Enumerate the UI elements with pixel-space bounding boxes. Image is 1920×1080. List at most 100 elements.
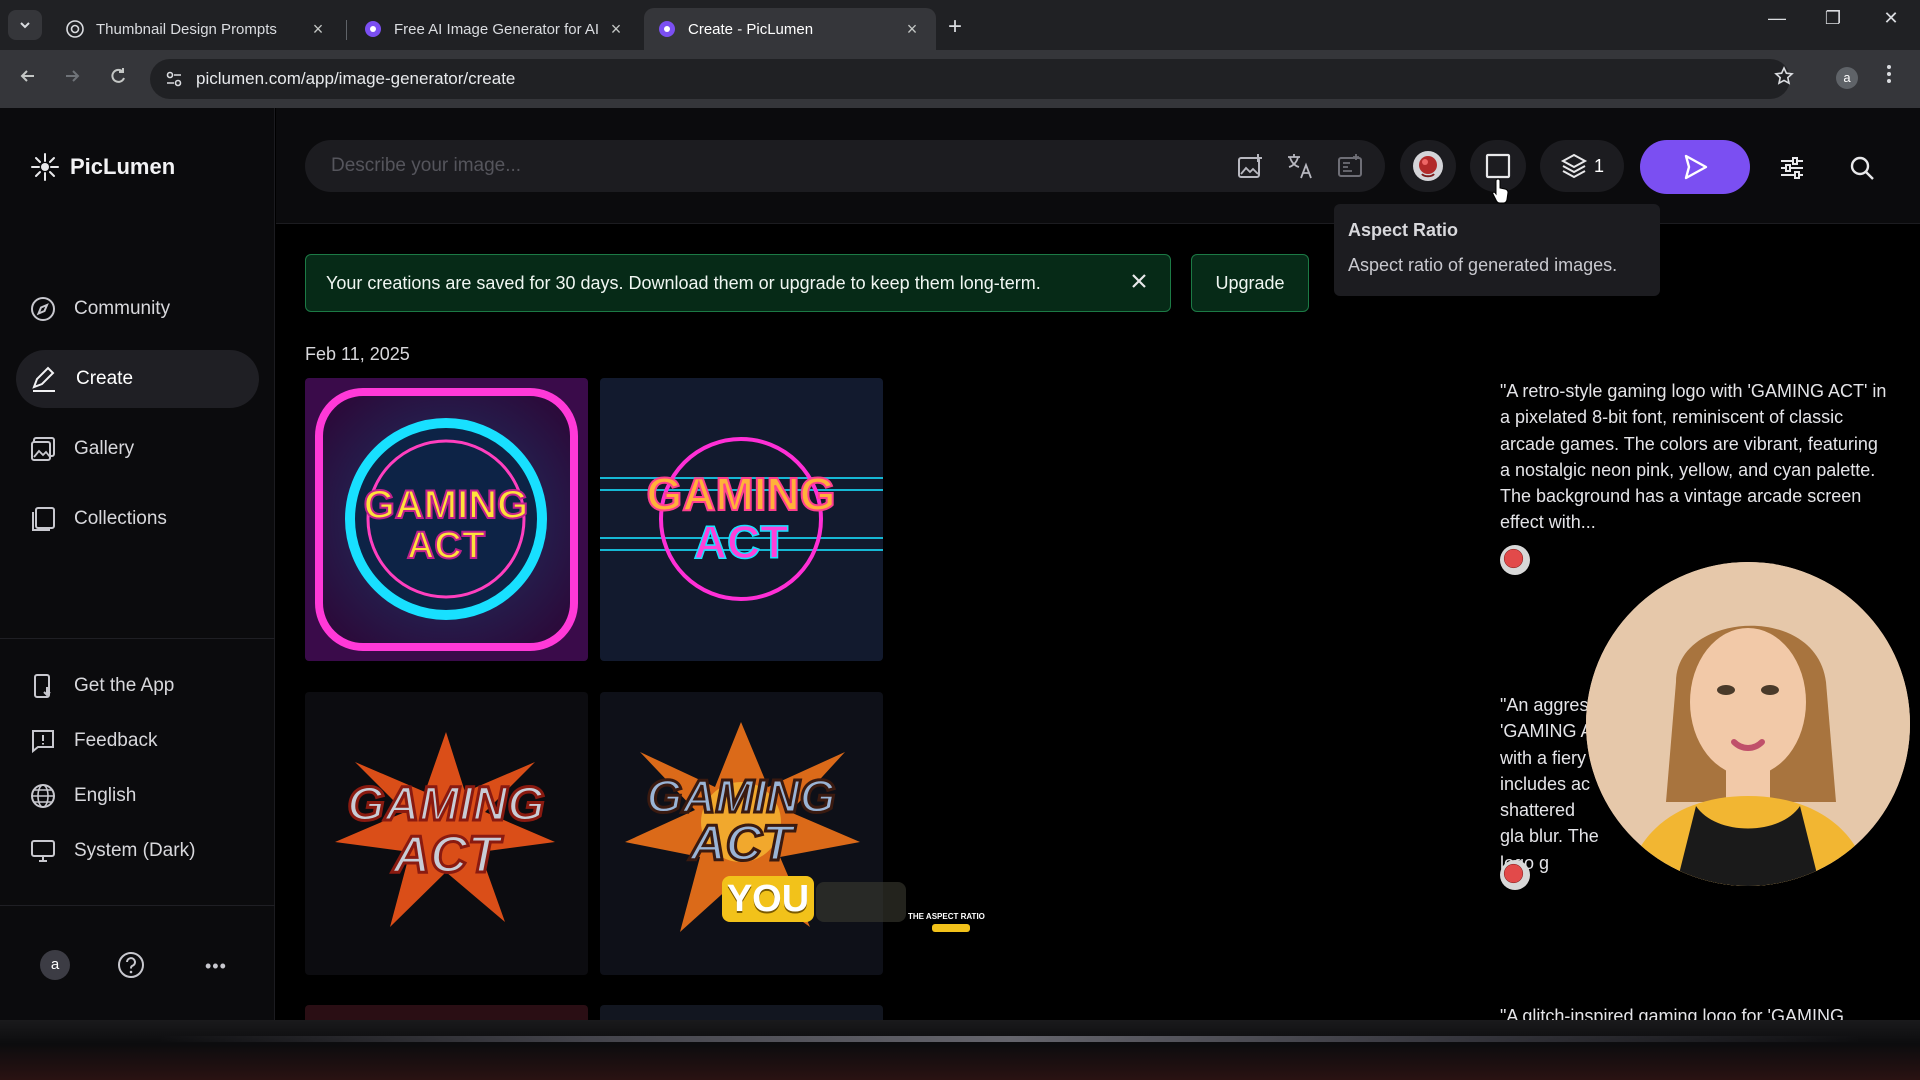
sidebar-item-get-the-app[interactable]: Get the App xyxy=(16,660,259,712)
sidebar-item-theme[interactable]: System (Dark) xyxy=(16,825,259,877)
sidebar-item-feedback[interactable]: Feedback xyxy=(16,715,259,767)
presenter-portrait-image xyxy=(1586,562,1910,886)
generated-image-5-partial[interactable] xyxy=(305,1005,588,1020)
sidebar-item-label: Community xyxy=(74,298,171,319)
sidebar-item-label: System (Dark) xyxy=(74,840,196,861)
phone-app-icon xyxy=(34,674,51,698)
aspect-ratio-tooltip: Aspect Ratio Aspect ratio of generated i… xyxy=(1334,204,1660,296)
restore-button[interactable]: ❐ xyxy=(1810,8,1856,29)
tab-search-button[interactable] xyxy=(8,10,42,40)
feedback-icon xyxy=(32,730,54,754)
tab-close-icon[interactable]: × xyxy=(308,19,328,40)
compass-icon xyxy=(31,297,55,321)
sidebar-item-collections[interactable]: Collections xyxy=(16,490,259,548)
banner-text: Your creations are saved for 30 days. Do… xyxy=(326,272,1041,293)
video-bottom-strip xyxy=(0,1020,1920,1080)
generate-button[interactable] xyxy=(1640,140,1750,194)
sidebar-item-label: Create xyxy=(76,368,134,389)
caption-overlay-word: YOU xyxy=(722,876,814,922)
upgrade-button[interactable]: Upgrade xyxy=(1191,254,1309,312)
explosive-gaming-logo-image: GAMING ACT xyxy=(600,692,883,975)
advanced-settings-button[interactable] xyxy=(1772,148,1812,188)
tab-close-icon[interactable]: × xyxy=(606,19,626,40)
sliders-icon xyxy=(1781,157,1803,179)
globe-icon xyxy=(31,784,55,808)
search-button[interactable] xyxy=(1842,148,1882,188)
site-info-icon[interactable] xyxy=(164,69,184,94)
generated-image-2[interactable]: GAMING ACT xyxy=(600,378,883,661)
generated-image-4[interactable]: GAMING ACT xyxy=(600,692,883,975)
generated-image-6-partial[interactable] xyxy=(600,1005,883,1020)
send-icon xyxy=(1684,154,1708,180)
browser-menu-icon[interactable] xyxy=(1886,64,1892,90)
sidebar-item-label: Gallery xyxy=(74,438,135,459)
banner-close-icon[interactable] xyxy=(1130,270,1148,296)
generated-image-3[interactable]: GAMING ACT xyxy=(305,692,588,975)
forward-button[interactable] xyxy=(58,66,86,92)
piclumen-favicon-icon xyxy=(364,20,382,38)
square-aspect-icon xyxy=(1485,153,1511,179)
monitor-icon xyxy=(31,840,55,862)
model-avatar-icon xyxy=(1500,545,1530,575)
pen-icon xyxy=(32,366,55,392)
brand-name: PicLumen xyxy=(70,154,176,179)
tab-title: Free AI Image Generator for AI xyxy=(394,20,600,38)
thumb-text: ACT xyxy=(407,525,485,567)
tooltip-text: Aspect ratio of generated images. xyxy=(1348,255,1618,275)
more-options-button[interactable]: ••• xyxy=(205,956,227,977)
back-button[interactable] xyxy=(14,66,42,92)
sidebar-item-create[interactable]: Create xyxy=(16,350,259,408)
piclumen-logo-icon xyxy=(31,153,59,181)
sidebar-divider xyxy=(0,905,275,906)
tab-close-icon[interactable]: × xyxy=(902,19,922,40)
sidebar-item-community[interactable]: Community xyxy=(16,280,259,338)
thumb-text: GAMING xyxy=(364,483,528,527)
batch-count-value: 1 xyxy=(1593,155,1604,176)
prompt-description-2: "An aggres 'GAMING A with a fiery includ… xyxy=(1500,695,1599,873)
tab-divider xyxy=(346,20,347,40)
retro-gaming-logo-image: GAMING ACT xyxy=(600,378,883,661)
brand-logo[interactable]: PicLumen xyxy=(30,152,175,182)
translate-button[interactable] xyxy=(1282,148,1318,184)
prompt-enhance-button[interactable] xyxy=(1332,148,1368,184)
chevron-down-icon xyxy=(20,22,30,29)
browser-profile-avatar[interactable]: a xyxy=(1836,67,1858,89)
bookmark-collection-icon xyxy=(32,507,55,531)
browser-tab-1[interactable]: Thumbnail Design Prompts × xyxy=(52,8,342,50)
sidebar-item-label: Get the App xyxy=(74,675,175,696)
image-reference-button[interactable] xyxy=(1232,148,1268,184)
caption-overlay-bar xyxy=(932,924,970,932)
sidebar-item-gallery[interactable]: Gallery xyxy=(16,420,259,478)
bookmark-star-icon[interactable] xyxy=(1774,66,1794,92)
minimize-button[interactable]: — xyxy=(1754,8,1800,29)
reload-icon xyxy=(111,68,125,83)
caption-overlay-small: THE ASPECT RATIO xyxy=(908,912,985,921)
model-avatar-icon xyxy=(1500,860,1530,890)
new-tab-button[interactable]: + xyxy=(948,13,962,41)
tab-title: Thumbnail Design Prompts xyxy=(96,20,277,38)
prompt-input[interactable] xyxy=(305,140,1385,192)
tab-title: Create - PicLumen xyxy=(688,20,814,38)
openai-favicon-icon xyxy=(66,20,84,38)
url-text[interactable]: piclumen.com/app/image-generator/create xyxy=(196,69,515,89)
window-close-button[interactable]: ✕ xyxy=(1868,8,1914,29)
reload-button[interactable] xyxy=(104,66,132,92)
generated-image-1[interactable]: GAMING ACT xyxy=(305,378,588,661)
prompt-description-1: "A retro-style gaming logo with 'GAMING … xyxy=(1500,381,1887,533)
model-select-button[interactable] xyxy=(1400,140,1456,192)
layers-icon xyxy=(1560,153,1588,179)
help-button[interactable] xyxy=(116,950,146,985)
image-upload-icon xyxy=(1238,154,1262,178)
browser-tab-2[interactable]: Free AI Image Generator for AI × xyxy=(350,8,640,50)
sidebar-item-language[interactable]: English xyxy=(16,770,259,822)
user-avatar[interactable]: a xyxy=(40,950,70,980)
fiery-gaming-logo-image: GAMING ACT xyxy=(305,692,588,975)
browser-tab-3-active[interactable]: Create - PicLumen × xyxy=(644,8,936,50)
model-avatar-icon xyxy=(1413,151,1443,181)
prompt-magic-icon xyxy=(1338,154,1362,177)
caption-overlay-blur xyxy=(816,882,906,922)
batch-count-button[interactable]: 1 xyxy=(1540,140,1624,192)
neon-gaming-logo-image: GAMING ACT xyxy=(305,378,588,661)
presenter-webcam-bubble xyxy=(1586,562,1910,886)
thumb-text: ACT xyxy=(391,826,504,884)
